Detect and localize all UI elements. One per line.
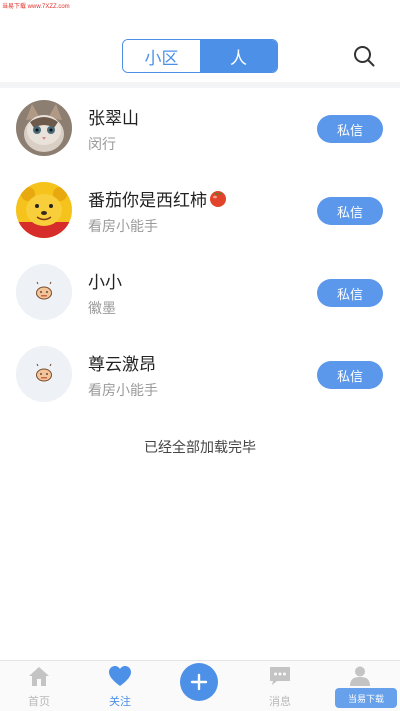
person-icon	[350, 666, 370, 686]
user-subtitle: 闵行	[88, 137, 116, 153]
user-name: 小小	[88, 273, 122, 293]
watermark-logo: 当易下载	[335, 688, 397, 708]
search-icon[interactable]	[352, 44, 376, 68]
followed-users-list: 张翠山 闵行 私信 番茄你是西红柿 看房小能手 私信 小小 徽墨 私信 尊云激昂…	[0, 88, 400, 416]
plus-icon	[190, 673, 208, 691]
chat-icon	[270, 667, 290, 685]
list-item[interactable]: 张翠山 闵行 私信	[0, 88, 400, 170]
avatar-cat[interactable]	[16, 100, 72, 156]
tab-community[interactable]: 小区	[123, 40, 200, 72]
user-subtitle: 徽墨	[88, 301, 116, 317]
add-button[interactable]	[180, 663, 218, 701]
private-message-button[interactable]: 私信	[317, 115, 383, 143]
nav-home[interactable]: 首页	[9, 665, 69, 709]
user-name: 番茄你是西红柿	[88, 186, 228, 213]
top-header: 小区 人	[0, 30, 400, 82]
user-subtitle: 看房小能手	[88, 219, 158, 235]
private-message-button[interactable]: 私信	[317, 197, 383, 225]
heart-icon	[109, 666, 131, 686]
private-message-button[interactable]: 私信	[317, 361, 383, 389]
default-avatar[interactable]	[16, 264, 72, 320]
nav-follow[interactable]: 关注	[90, 665, 150, 709]
list-item[interactable]: 尊云激昂 看房小能手 私信	[0, 334, 400, 416]
home-icon	[29, 667, 49, 686]
user-name-text: 番茄你是西红柿	[88, 191, 207, 211]
user-subtitle: 看房小能手	[88, 383, 158, 399]
user-name: 张翠山	[88, 109, 139, 129]
user-name: 尊云激昂	[88, 355, 156, 375]
avatar-bear[interactable]	[16, 182, 72, 238]
nav-messages-label: 消息	[269, 695, 291, 708]
list-item[interactable]: 小小 徽墨 私信	[0, 252, 400, 334]
nav-follow-label: 关注	[109, 695, 131, 708]
segment-switch: 小区 人	[122, 39, 278, 73]
default-avatar[interactable]	[16, 346, 72, 402]
nav-home-label: 首页	[28, 695, 50, 708]
watermark-top: 当易下载 www.7XZZ.com	[2, 4, 70, 10]
list-end-text: 已经全部加载完毕	[144, 440, 256, 456]
list-item[interactable]: 番茄你是西红柿 看房小能手 私信	[0, 170, 400, 252]
tomato-icon	[208, 188, 228, 213]
tab-people[interactable]: 人	[200, 40, 277, 72]
nav-messages[interactable]: 消息	[250, 665, 310, 709]
private-message-button[interactable]: 私信	[317, 279, 383, 307]
